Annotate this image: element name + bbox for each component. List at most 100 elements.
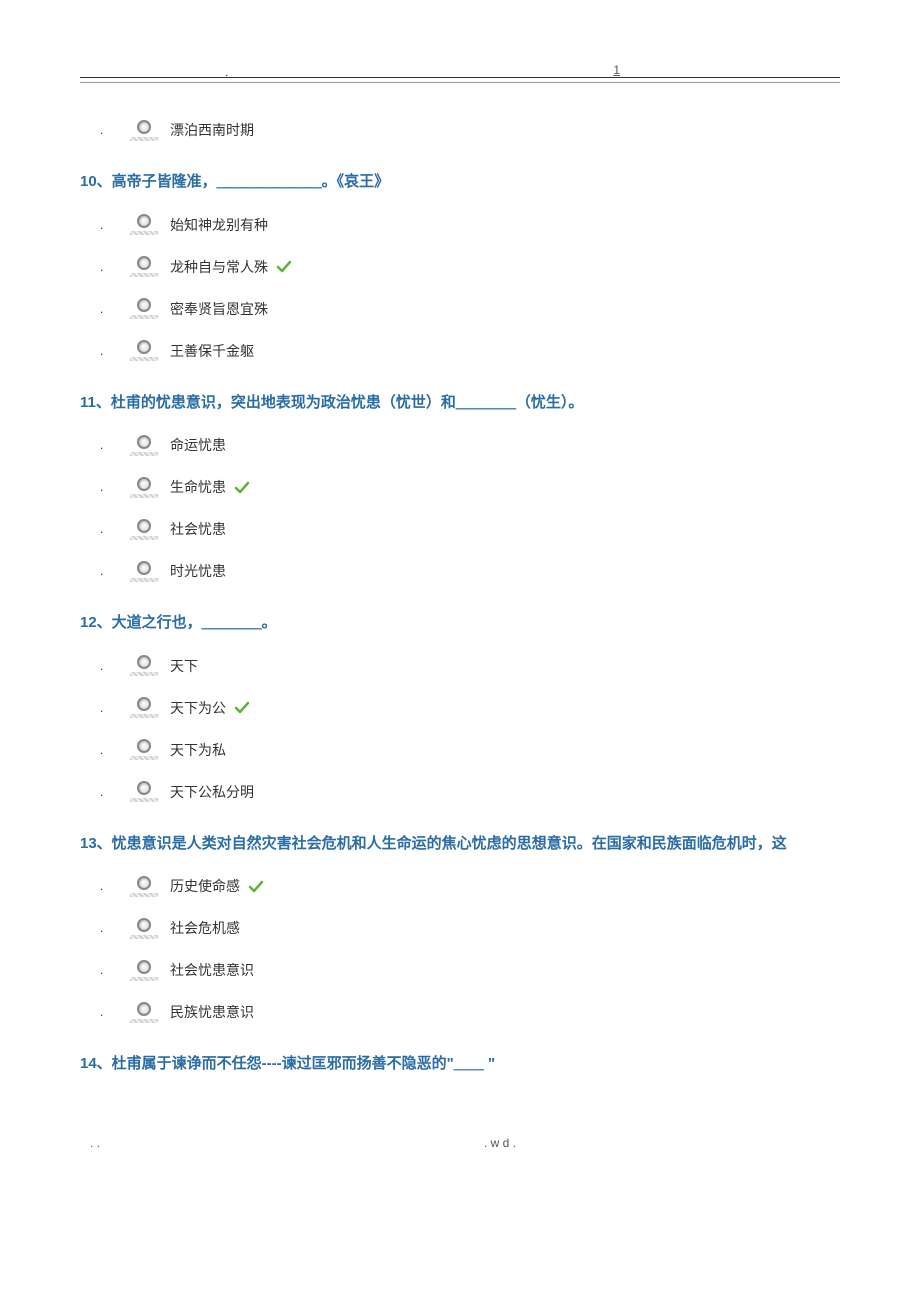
radio-icon — [137, 918, 151, 932]
option-row: . 密奉贤旨恩宜殊 — [100, 292, 840, 326]
question-title: 14、杜甫属于谏诤而不任怨----谏过匡邪而扬善不隐恶的"＿＿ " — [80, 1053, 840, 1076]
radio-underline — [130, 756, 158, 760]
option-text: 王善保千金躯 — [170, 341, 254, 361]
radio-button[interactable] — [130, 256, 158, 277]
radio-button[interactable] — [130, 561, 158, 582]
radio-underline — [130, 977, 158, 981]
radio-underline — [130, 273, 158, 277]
radio-underline — [130, 798, 158, 802]
option-row: . 天下为公 — [100, 691, 840, 725]
checkmark-icon — [248, 877, 264, 894]
option-text: 密奉贤旨恩宜殊 — [170, 299, 268, 319]
option-bullet: . — [100, 123, 130, 137]
option-row: . 历史使命感 — [100, 869, 840, 903]
option-text: 时光忧患 — [170, 561, 226, 581]
option-text: 天下为私 — [170, 740, 226, 760]
radio-underline — [130, 672, 158, 676]
radio-button[interactable] — [130, 1002, 158, 1023]
checkmark-icon — [276, 258, 292, 275]
option-row: . 民族忧患意识 — [100, 995, 840, 1029]
option-row: . 社会忧患意识 — [100, 953, 840, 987]
radio-underline — [130, 1019, 158, 1023]
option-text: 生命忧患 — [170, 477, 226, 497]
radio-icon — [137, 697, 151, 711]
radio-button[interactable] — [130, 697, 158, 718]
option-bullet: . — [100, 260, 130, 274]
header-dot: . — [225, 65, 228, 79]
option-bullet: . — [100, 879, 130, 893]
option-text: 命运忧患 — [170, 435, 226, 455]
radio-icon — [137, 1002, 151, 1016]
radio-button[interactable] — [130, 781, 158, 802]
radio-button[interactable] — [130, 739, 158, 760]
radio-button[interactable] — [130, 519, 158, 540]
radio-button[interactable] — [130, 655, 158, 676]
option-row: .天下公私分明 — [100, 775, 840, 809]
checkmark-icon — [234, 478, 250, 495]
option-bullet: . — [100, 302, 130, 316]
radio-button[interactable] — [130, 477, 158, 498]
radio-button[interactable] — [130, 918, 158, 939]
option-bullet: . — [100, 480, 130, 494]
radio-icon — [137, 655, 151, 669]
question-title: 12、大道之行也，＿＿＿＿。 — [80, 612, 840, 635]
option-text: 民族忧患意识 — [170, 1002, 254, 1022]
option-bullet: . — [100, 701, 130, 715]
option-bullet: . — [100, 218, 130, 232]
option-row: . 命运忧患 — [100, 428, 840, 462]
option-bullet: . — [100, 921, 130, 935]
radio-icon — [137, 781, 151, 795]
option-bullet: . — [100, 963, 130, 977]
radio-button[interactable] — [130, 120, 158, 141]
radio-underline — [130, 935, 158, 939]
option-bullet: . — [100, 659, 130, 673]
radio-underline — [130, 137, 158, 141]
radio-icon — [137, 739, 151, 753]
question-title: 11、杜甫的忧患意识，突出地表现为政治忧患（忧世）和＿＿＿＿（忧生）。 — [80, 392, 840, 415]
option-text: 天下 — [170, 656, 198, 676]
radio-icon — [137, 298, 151, 312]
option-bullet: . — [100, 1005, 130, 1019]
radio-button[interactable] — [130, 340, 158, 361]
radio-button[interactable] — [130, 298, 158, 319]
radio-underline — [130, 578, 158, 582]
option-text: 天下公私分明 — [170, 782, 254, 802]
option-bullet: . — [100, 564, 130, 578]
page-number: 1 — [613, 63, 620, 77]
radio-button[interactable] — [130, 960, 158, 981]
option-text: 历史使命感 — [170, 876, 240, 896]
option-text: 社会忧患意识 — [170, 960, 254, 980]
option-bullet: . — [100, 522, 130, 536]
radio-underline — [130, 893, 158, 897]
option-text: 始知神龙别有种 — [170, 215, 268, 235]
radio-button[interactable] — [130, 876, 158, 897]
option-text: 天下为公 — [170, 698, 226, 718]
option-bullet: . — [100, 438, 130, 452]
option-row: .社会危机感 — [100, 911, 840, 945]
questions-container: .漂泊西南时期10、高帝子皆隆准，＿＿＿＿＿＿＿。《哀王》.始知神龙别有种.龙种… — [80, 113, 840, 1076]
radio-icon — [137, 120, 151, 134]
question-title: 10、高帝子皆隆准，＿＿＿＿＿＿＿。《哀王》 — [80, 171, 840, 194]
option-row: .社会忧患 — [100, 512, 840, 546]
option-row: . 天下 — [100, 649, 840, 683]
footer: . . . w d . — [80, 1136, 840, 1150]
radio-underline — [130, 231, 158, 235]
option-row: .王善保千金躯 — [100, 334, 840, 368]
radio-underline — [130, 714, 158, 718]
header-rule-2 — [80, 82, 840, 83]
footer-center: . w d . — [424, 1136, 516, 1150]
radio-button[interactable] — [130, 435, 158, 456]
radio-icon — [137, 435, 151, 449]
radio-button[interactable] — [130, 214, 158, 235]
radio-underline — [130, 315, 158, 319]
radio-icon — [137, 960, 151, 974]
option-row: . 漂泊西南时期 — [100, 113, 840, 147]
checkmark-icon — [234, 699, 250, 716]
radio-icon — [137, 519, 151, 533]
radio-icon — [137, 876, 151, 890]
radio-underline — [130, 452, 158, 456]
radio-underline — [130, 536, 158, 540]
option-text: 漂泊西南时期 — [170, 120, 254, 140]
radio-icon — [137, 256, 151, 270]
radio-icon — [137, 340, 151, 354]
